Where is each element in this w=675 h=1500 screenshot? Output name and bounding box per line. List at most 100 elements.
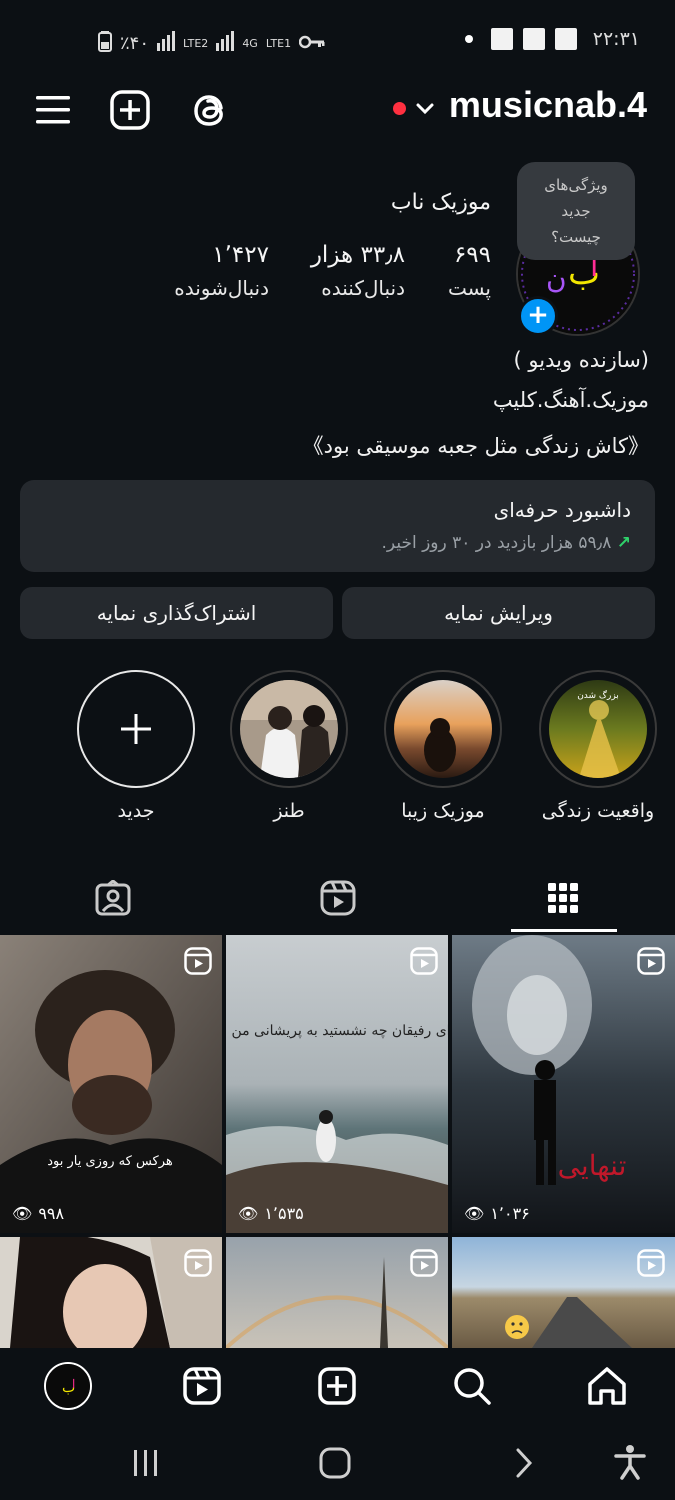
notification-icon-3 [554, 28, 577, 50]
notification-dot [393, 102, 406, 115]
home-button-icon[interactable] [318, 1446, 352, 1484]
recent-apps-icon[interactable] [132, 1448, 160, 1482]
display-name: موزیک ناب [390, 190, 491, 215]
highlight-label: موزیک زیبا [401, 800, 485, 822]
back-chevron-icon[interactable] [512, 1446, 536, 1484]
plus-icon [119, 712, 153, 750]
svg-text:ن: ن [546, 262, 567, 295]
add-story-plus-icon[interactable]: + [518, 296, 558, 336]
battery-icon [98, 30, 112, 57]
view-count-value: ۱٬۰۳۶ [490, 1204, 530, 1223]
clock: ۲۲:۳۱ [592, 28, 640, 50]
svg-text:بزرگ شدن: بزرگ شدن [577, 689, 619, 701]
nav-search-icon[interactable] [450, 1364, 494, 1408]
edit-profile-button[interactable]: ویرایش نمایه [342, 587, 655, 639]
dashboard-subtitle: ↗ ۵۹٫۸ هزار بازدید در ۳۰ روز اخیر. [382, 533, 631, 553]
svg-text:هرکس که روزی یار بود: هرکس که روزی یار بود [47, 1154, 173, 1169]
network-label-4g: 4G [242, 37, 258, 50]
post-thumbnail[interactable]: تنهایی 👁 ۱٬۰۳۶ [452, 935, 675, 1233]
stat-followers-label: دنبال‌کننده [321, 276, 405, 300]
highlight-ring: بزرگ شدن [539, 670, 657, 788]
accessibility-icon[interactable] [614, 1444, 646, 1484]
signal-icon [157, 31, 176, 56]
reel-badge-icon [184, 1249, 212, 1277]
battery-level: ٪۴۰ [120, 33, 150, 54]
tab-reels[interactable] [225, 868, 450, 932]
vpn-key-icon [298, 33, 325, 54]
highlight-life-reality[interactable]: بزرگ شدن واقعیت زندگی [536, 670, 660, 822]
post-thumbnail[interactable]: هرکس که روزی یار بود 👁 ۹۹۸ [0, 935, 222, 1233]
view-count: 👁 ۱٬۵۳۵ [238, 1204, 304, 1223]
signal-icon-2 [216, 31, 235, 56]
nav-create-icon[interactable] [315, 1364, 359, 1408]
highlight-new[interactable]: جدید [74, 670, 198, 822]
grid-icon [547, 882, 579, 918]
view-count: 👁 ۱٬۰۳۶ [464, 1204, 530, 1223]
chevron-down-icon[interactable] [414, 98, 436, 124]
stat-following[interactable]: ۱٬۴۲۷ دنبال‌شونده [174, 242, 269, 300]
stat-following-label: دنبال‌شونده [174, 276, 269, 300]
post-thumbnail[interactable] [226, 1237, 448, 1348]
tagged-icon [95, 879, 131, 920]
highlight-beautiful-music[interactable]: موزیک زیبا [381, 670, 505, 822]
notification-dot-icon [464, 35, 473, 43]
reel-badge-icon [184, 947, 212, 975]
whats-new-tooltip[interactable]: ویژگی‌های جدید چیست؟ [517, 162, 635, 260]
bio-line-3: 《کاش زندگی مثل جعبه موسیقی بود》 [302, 434, 649, 458]
reel-badge-icon [637, 947, 665, 975]
account-username[interactable]: musicnab.4 [449, 84, 647, 126]
active-tab-indicator [511, 929, 617, 932]
highlight-ring [230, 670, 348, 788]
status-bar: ٪۴۰ LTE2 4G LTE1 ۲۲:۳۱ [0, 0, 675, 80]
stat-posts-number: ۶۹۹ [453, 242, 491, 268]
stat-followers-number: ۳۳٫۸ هزار [310, 242, 405, 268]
view-count-value: ۹۹۸ [38, 1204, 65, 1223]
reel-badge-icon [410, 947, 438, 975]
nav-reels-icon[interactable] [180, 1364, 224, 1408]
new-highlight-ring [77, 670, 195, 788]
network-label-lte1: LTE1 [265, 37, 292, 50]
eye-icon: 👁 [464, 1204, 485, 1223]
tooltip-line-1: ویژگی‌های [544, 176, 608, 194]
post-image: ای رفیقان چه نشستید به پریشانی من [226, 935, 448, 1233]
professional-dashboard[interactable]: داشبورد حرفه‌ای ↗ ۵۹٫۸ هزار بازدید در ۳۰… [20, 480, 655, 572]
svg-text:ا: ا [72, 1377, 75, 1391]
nav-profile-avatar[interactable]: با [44, 1362, 92, 1410]
stat-posts[interactable]: ۶۹۹ پست [448, 242, 491, 300]
eye-icon: 👁 [12, 1204, 33, 1223]
highlight-cover: بزرگ شدن [549, 680, 647, 778]
reel-badge-icon [637, 1249, 665, 1277]
sad-emoji-icon [505, 1315, 529, 1339]
share-profile-button[interactable]: اشتراک‌گذاری نمایه [20, 587, 333, 639]
notification-icon-1 [490, 28, 513, 50]
bio-line-1: (سازنده ویدیو ) [513, 348, 649, 372]
trend-up-icon: ↗ [616, 533, 631, 553]
post-thumbnail[interactable]: ای رفیقان چه نشستید به پریشانی من 👁 ۱٬۵۳۵ [226, 935, 448, 1233]
stat-followers[interactable]: ۳۳٫۸ هزار دنبال‌کننده [311, 242, 405, 300]
reel-badge-icon [410, 1249, 438, 1277]
post-thumbnail[interactable] [452, 1237, 675, 1348]
hamburger-icon[interactable] [32, 88, 76, 132]
stat-posts-label: پست [447, 276, 491, 300]
highlight-label: طنز [273, 800, 305, 822]
highlight-humor[interactable]: طنز [227, 670, 351, 822]
eye-icon: 👁 [238, 1204, 259, 1223]
nav-home-icon[interactable] [585, 1364, 629, 1408]
post-image: تنهایی [452, 935, 675, 1233]
svg-text:ای رفیقان چه نشستید به پریشانی: ای رفیقان چه نشستید به پریشانی من [231, 1023, 448, 1039]
tab-grid[interactable] [450, 868, 675, 932]
dashboard-subtitle-text: ۵۹٫۸ هزار بازدید در ۳۰ روز اخیر. [381, 533, 612, 553]
threads-icon[interactable] [188, 88, 232, 132]
highlight-label: واقعیت زندگی [541, 800, 655, 822]
system-navigation-bar [0, 1426, 675, 1500]
create-post-icon[interactable] [109, 88, 153, 132]
tooltip-line-2: جدید [561, 202, 591, 220]
post-image: هرکس که روزی یار بود [0, 935, 222, 1233]
highlight-cover [394, 680, 492, 778]
post-thumbnail[interactable] [0, 1237, 222, 1348]
view-count: 👁 ۹۹۸ [12, 1204, 64, 1223]
svg-text:تنهایی: تنهایی [558, 1149, 627, 1182]
bottom-navigation: با [0, 1348, 675, 1426]
tab-tagged[interactable] [0, 868, 225, 932]
view-count-value: ۱٬۵۳۵ [264, 1204, 304, 1223]
